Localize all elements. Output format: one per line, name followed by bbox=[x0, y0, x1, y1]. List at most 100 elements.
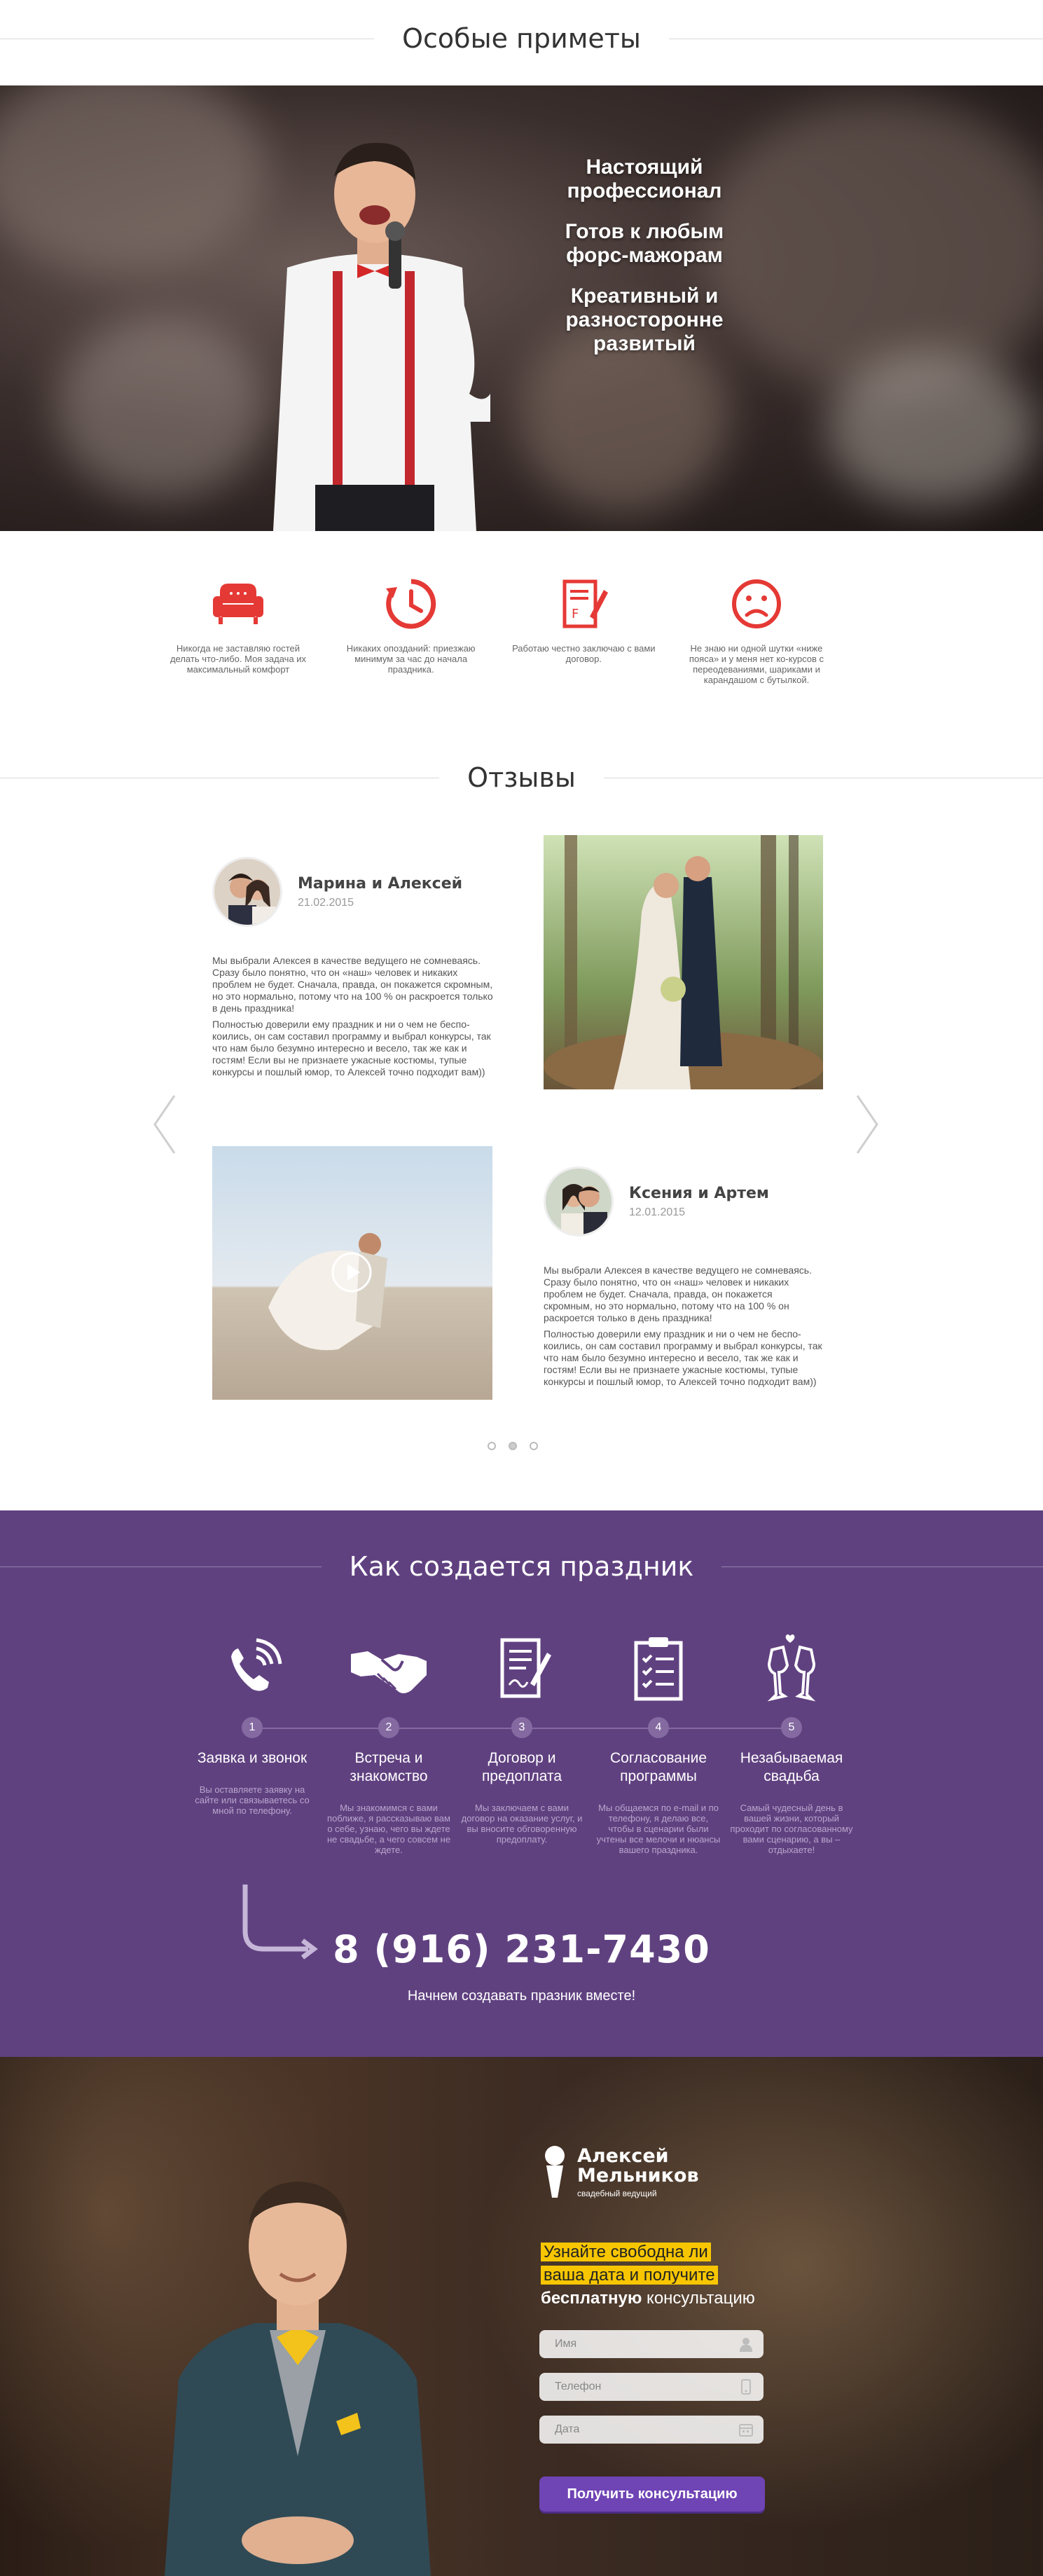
brand-tagline: свадебный ведущий bbox=[577, 2189, 657, 2198]
feature-text: Работаю честно заключаю с вами договор. bbox=[512, 643, 656, 664]
step-text: Мы общаемся по e-mail и по телефону, я д… bbox=[596, 1803, 721, 1855]
process-step: 1 Заявка и звонок Вы оставляете заявку н… bbox=[189, 1633, 315, 1816]
offer-line: ваша дата и получите bbox=[541, 2266, 718, 2285]
contract-sign-icon bbox=[487, 1633, 557, 1703]
offer-bold: бесплатную bbox=[541, 2289, 642, 2308]
carousel-pagination bbox=[488, 1442, 538, 1450]
process-step: 4 Согласование программы Мы общаемся по … bbox=[595, 1633, 721, 1855]
step-title: Заявка и звонок bbox=[197, 1750, 308, 1766]
step-number: 3 bbox=[511, 1717, 532, 1738]
review-date: 21.02.2015 bbox=[298, 896, 354, 909]
phone-call-icon bbox=[217, 1633, 287, 1703]
review-card: Ксения и Артем 12.01.2015 Мы выбрали Але… bbox=[544, 1166, 824, 1388]
landing-page: Особые приметы Настоящий профессионал Го… bbox=[0, 0, 1043, 2576]
phone-field[interactable]: Телефон bbox=[539, 2373, 764, 2401]
step-title: Встреча и знакомство bbox=[350, 1750, 428, 1784]
avatar bbox=[544, 1166, 614, 1237]
step-text: Вы оставляете заявку на сайте или связыв… bbox=[195, 1784, 310, 1816]
review-author: Ксения и Артем bbox=[629, 1184, 769, 1202]
armchair-icon bbox=[209, 574, 268, 633]
step-title: Согласование программы bbox=[610, 1750, 707, 1784]
phone-icon bbox=[741, 2379, 751, 2395]
feature-item: Никаких опозданий: приезжаю минимум за ч… bbox=[334, 574, 488, 685]
process-step: 3 Договор и предоплата Мы заключаем с ва… bbox=[459, 1633, 585, 1845]
process-step: 5 Незабываемая свадьба Самый чудесный де… bbox=[728, 1633, 855, 1855]
review-author: Марина и Алексей bbox=[298, 874, 463, 893]
host-portrait bbox=[165, 2182, 431, 2576]
reviews-heading: Отзывы bbox=[467, 762, 576, 793]
signs-heading: Особые приметы bbox=[402, 23, 641, 54]
process-section: Как создается праздник 1 Заявка и звонок… bbox=[0, 1510, 1043, 2057]
name-field[interactable]: Имя bbox=[539, 2330, 764, 2358]
name-placeholder: Имя bbox=[555, 2338, 577, 2350]
review-video[interactable] bbox=[212, 1146, 492, 1400]
calendar-icon bbox=[739, 2424, 753, 2437]
brand-logo: Алексей Мельников свадебный ведущий bbox=[541, 2144, 699, 2200]
hero-claim: Креативный и разносторонне развитый bbox=[565, 284, 724, 355]
get-consultation-button[interactable]: Получить консультацию bbox=[539, 2477, 765, 2512]
step-number: 4 bbox=[648, 1717, 669, 1738]
offer-text: Узнайте свободна ли ваша дата и получите… bbox=[541, 2240, 779, 2310]
play-button[interactable] bbox=[331, 1251, 373, 1293]
carousel-dot-active[interactable] bbox=[509, 1442, 517, 1450]
chevron-left-icon bbox=[153, 1095, 176, 1154]
hero-claims: Настоящий профессионал Готов к любым фор… bbox=[532, 156, 757, 373]
carousel-dot[interactable] bbox=[530, 1442, 538, 1450]
checklist-icon bbox=[623, 1633, 693, 1703]
brand-first-name: Алексей bbox=[577, 2145, 669, 2167]
review-text: Мы выбрали Алексея в качестве ведущего н… bbox=[212, 955, 493, 1014]
carousel-prev-button[interactable] bbox=[151, 1093, 179, 1156]
review-text: Мы выбрали Алексея в качестве ведущего н… bbox=[544, 1265, 812, 1323]
phone-subtitle: Начнем создавать празник вместе! bbox=[407, 1988, 636, 2004]
date-field[interactable]: Дата bbox=[539, 2416, 764, 2444]
feature-item: Никогда не заставляю гостей делать что-л… bbox=[161, 574, 315, 685]
offer-line: Узнайте свободна ли bbox=[541, 2243, 711, 2261]
avatar bbox=[212, 857, 282, 927]
carousel-dot[interactable] bbox=[488, 1442, 496, 1450]
feature-text: Не знаю ни одной шутки «ниже пояса» и у … bbox=[689, 643, 824, 685]
review-card: Марина и Алексей 21.02.2015 Мы выбрали А… bbox=[212, 857, 499, 1078]
contact-section: Алексей Мельников свадебный ведущий Узна… bbox=[0, 2057, 1043, 2576]
step-text: Самый чудесный день в вашей жизни, котор… bbox=[730, 1803, 853, 1855]
hero-claim: Настоящий профессионал bbox=[567, 156, 722, 202]
user-icon bbox=[740, 2338, 752, 2352]
step-number: 5 bbox=[781, 1717, 802, 1738]
brand-last-name: Мельников bbox=[577, 2165, 699, 2186]
handshake-icon bbox=[351, 1633, 427, 1703]
microphone-icon bbox=[545, 2146, 565, 2198]
process-heading: Как создается праздник bbox=[349, 1551, 694, 1582]
phone-number[interactable]: 8 (916) 231-7430 bbox=[0, 1927, 1043, 1971]
hero-claim: Готов к любым форс-мажорам bbox=[565, 220, 724, 267]
step-text: Мы заключаем с вами договор на оказание … bbox=[461, 1803, 583, 1845]
phone-placeholder: Телефон bbox=[555, 2381, 602, 2392]
play-icon bbox=[331, 1252, 372, 1293]
step-number: 1 bbox=[242, 1717, 263, 1738]
step-number: 2 bbox=[378, 1717, 399, 1738]
hero-banner: Настоящий профессионал Готов к любым фор… bbox=[0, 85, 1043, 531]
step-title: Договор и предоплата bbox=[481, 1750, 562, 1784]
signs-section-title: Особые приметы bbox=[0, 21, 1043, 56]
step-text: Мы знакомимся с вами поближе, я рассказы… bbox=[326, 1803, 451, 1855]
carousel-next-button[interactable] bbox=[853, 1093, 881, 1156]
process-step: 2 Встреча и знакомство Мы знакомимся с в… bbox=[326, 1633, 452, 1855]
clock-icon bbox=[382, 574, 441, 633]
feature-item: F Работаю честно заключаю с вами договор… bbox=[506, 574, 661, 685]
feature-text: Никаких опозданий: приезжаю минимум за ч… bbox=[346, 643, 476, 675]
svg-text:F: F bbox=[572, 607, 579, 621]
offer-rest: консультацию bbox=[642, 2289, 755, 2308]
step-title: Незабываемая свадьба bbox=[740, 1750, 843, 1784]
reviews-section-title: Отзывы bbox=[0, 760, 1043, 795]
contract-icon: F bbox=[554, 574, 613, 633]
champagne-glasses-icon bbox=[757, 1633, 827, 1703]
review-date: 12.01.2015 bbox=[629, 1206, 686, 1218]
sad-face-icon bbox=[727, 574, 786, 633]
features-row: Никогда не заставляю гостей делать что-л… bbox=[161, 574, 834, 685]
feature-text: Никогда не заставляю гостей делать что-л… bbox=[170, 643, 307, 675]
host-photo bbox=[273, 142, 490, 531]
review-photo[interactable] bbox=[544, 835, 823, 1089]
process-section-title: Как создается праздник bbox=[0, 1549, 1043, 1584]
feature-item: Не знаю ни одной шутки «ниже пояса» и у … bbox=[679, 574, 834, 685]
review-text: Полностью доверили ему праздник и ни о ч… bbox=[212, 1019, 491, 1077]
date-placeholder: Дата bbox=[555, 2423, 580, 2435]
chevron-right-icon bbox=[856, 1095, 878, 1154]
